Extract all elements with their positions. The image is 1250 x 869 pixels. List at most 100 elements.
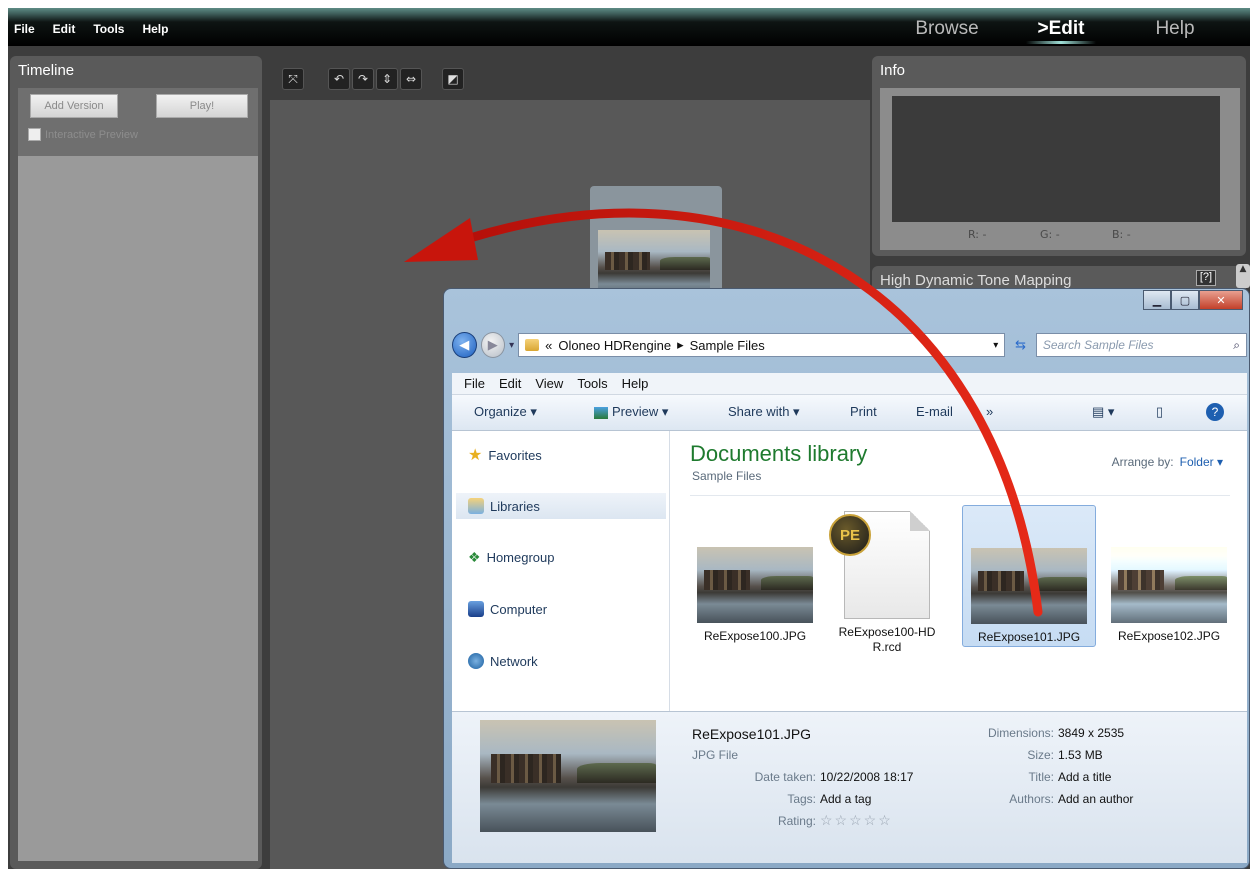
nav-homegroup[interactable]: ❖ Homegroup (468, 549, 555, 566)
file-item[interactable]: ReExpose102.JPG (1104, 505, 1234, 644)
search-input[interactable]: Search Sample Files ⌕ (1035, 333, 1247, 357)
menu-file[interactable]: File (14, 22, 35, 36)
dimensions-value: 3849 x 2535 (1058, 726, 1125, 740)
help-icon[interactable]: [?] (1196, 270, 1216, 286)
flip-horizontal-icon[interactable]: ⇔ (400, 68, 422, 90)
arrange-by-label: Arrange by: (1111, 455, 1174, 469)
title-label: Title: (1028, 770, 1054, 784)
explorer-menu-view[interactable]: View (535, 376, 563, 391)
back-icon[interactable]: ◀ (452, 332, 477, 358)
menu-edit[interactable]: Edit (53, 22, 76, 36)
breadcrumb-sample-files[interactable]: Sample Files (690, 338, 765, 353)
top-bar: File Edit Tools Help Browse >Edit Help (8, 8, 1250, 46)
rating-stars[interactable]: ☆☆☆☆☆ (820, 812, 893, 829)
flip-vertical-icon[interactable]: ⇕ (376, 68, 398, 90)
explorer-menu-help[interactable]: Help (622, 376, 649, 391)
file-thumbnail (1111, 547, 1227, 623)
close-icon[interactable]: ✕ (1199, 290, 1243, 310)
nav-network-label: Network (490, 653, 538, 669)
explorer-menubar: File Edit View Tools Help (452, 373, 1247, 395)
arrange-by[interactable]: Arrange by: Folder ▾ (1112, 455, 1223, 469)
help-circle-icon[interactable]: ? (1206, 403, 1224, 421)
interactive-preview-checkbox[interactable]: Interactive Preview (28, 128, 138, 141)
play-button[interactable]: Play! (156, 94, 248, 118)
date-taken-value[interactable]: 10/22/2008 18:17 (820, 770, 913, 784)
address-row: ◀ ▶ ▾ « Oloneo HDRengine ▸ Sample Files … (452, 329, 1247, 361)
network-icon (468, 653, 484, 669)
rcd-document-icon: PE (829, 511, 930, 619)
recent-pages-icon[interactable]: ▾ (509, 340, 514, 351)
details-pane: ReExpose101.JPG JPG File Date taken: 10/… (452, 711, 1247, 863)
file-list: Documents library Sample Files Arrange b… (670, 431, 1247, 711)
nav-network[interactable]: Network (468, 653, 538, 669)
tab-browse[interactable]: Browse (890, 18, 1004, 44)
address-overflow[interactable]: « (545, 338, 552, 353)
command-bar: Organize ▾ Preview ▾ Share with ▾ Print … (452, 395, 1247, 431)
timeline-panel: Timeline Add Version Play! Interactive P… (10, 56, 262, 869)
fit-to-view-icon[interactable]: ⤧ (282, 68, 304, 90)
interactive-preview-label: Interactive Preview (45, 128, 138, 141)
preview-button[interactable]: Preview ▾ (612, 404, 668, 420)
search-icon: ⌕ (1233, 337, 1240, 352)
arrange-by-value[interactable]: Folder ▾ (1180, 455, 1223, 469)
authors-value[interactable]: Add an author (1058, 792, 1133, 806)
dimensions-label: Dimensions: (987, 726, 1054, 740)
explorer-menu-file[interactable]: File (464, 376, 485, 391)
canvas-toolbar: ⤧ ↶ ↷ ⇕ ⇔ ◩ (270, 56, 870, 100)
address-dropdown-icon[interactable]: ▾ (993, 340, 998, 351)
tab-edit[interactable]: >Edit (1004, 18, 1118, 44)
organize-button[interactable]: Organize ▾ (474, 404, 537, 420)
tags-label: Tags: (787, 792, 816, 806)
forward-icon[interactable]: ▶ (480, 332, 506, 358)
more-commands-button[interactable]: » (986, 404, 993, 419)
maximize-icon[interactable]: ▢ (1171, 290, 1199, 310)
details-filename: ReExpose101.JPG (692, 726, 812, 742)
explorer-menu-edit[interactable]: Edit (499, 376, 521, 391)
rotate-left-icon[interactable]: ↶ (328, 68, 350, 90)
nav-computer[interactable]: Computer (468, 601, 547, 617)
file-item-selected[interactable]: ReExpose101.JPG (962, 505, 1096, 647)
file-item[interactable]: ReExpose100.JPG (690, 505, 820, 644)
rotate-right-icon[interactable]: ↷ (352, 68, 374, 90)
timeline-body: Add Version Play! Interactive Preview (18, 88, 258, 861)
date-taken-label: Date taken: (754, 770, 816, 784)
size-value: 1.53 MB (1058, 748, 1103, 762)
file-name: ReExpose102.JPG (1117, 629, 1221, 643)
mode-tabs: Browse >Edit Help (890, 18, 1232, 44)
nav-libraries[interactable]: Libraries (456, 493, 666, 519)
breadcrumb-separator[interactable]: ▸ (677, 337, 684, 353)
breadcrumb-hdrengine[interactable]: Oloneo HDRengine (558, 338, 671, 353)
folder-icon (525, 339, 540, 351)
address-bar[interactable]: « Oloneo HDRengine ▸ Sample Files ▾ (518, 333, 1006, 357)
homegroup-icon: ❖ (468, 549, 481, 565)
g-readout: G: - (1040, 228, 1060, 241)
menu-tools[interactable]: Tools (93, 22, 124, 36)
scroll-up-icon[interactable]: ▲ (1236, 264, 1250, 288)
change-view-icon[interactable]: ▤ ▾ (1092, 404, 1114, 420)
star-icon: ★ (468, 447, 483, 464)
title-value[interactable]: Add a title (1058, 770, 1111, 784)
refresh-icon[interactable]: ⇆ (1009, 333, 1032, 357)
nav-libraries-label: Libraries (490, 498, 540, 514)
info-body: R: - G: - B: - (880, 88, 1240, 250)
minimize-icon[interactable]: ▁ (1143, 290, 1171, 310)
checkbox-box[interactable] (28, 128, 41, 141)
email-button[interactable]: E-mail (916, 404, 953, 419)
print-button[interactable]: Print (850, 404, 877, 419)
navigation-pane: ★ Favorites Libraries ❖ Homegroup Comput… (452, 431, 670, 711)
tab-help[interactable]: Help (1118, 18, 1232, 44)
timeline-title: Timeline (18, 62, 75, 79)
nav-favorites[interactable]: ★ Favorites (468, 445, 542, 465)
tags-value[interactable]: Add a tag (820, 792, 871, 806)
share-with-button[interactable]: Share with ▾ (728, 404, 800, 420)
preview-pane-icon[interactable]: ▯ (1156, 404, 1163, 420)
histogram-display (892, 96, 1220, 222)
crop-icon[interactable]: ◩ (442, 68, 464, 90)
menu-help[interactable]: Help (142, 22, 168, 36)
search-placeholder: Search Sample Files (1042, 338, 1154, 352)
add-version-button[interactable]: Add Version (30, 94, 118, 118)
explorer-menu-tools[interactable]: Tools (577, 376, 607, 391)
file-item[interactable]: PE ReExpose100-HD R.rcd (822, 505, 952, 655)
timeline-toolbar: Add Version Play! Interactive Preview (18, 88, 258, 156)
info-title: Info (880, 62, 906, 79)
